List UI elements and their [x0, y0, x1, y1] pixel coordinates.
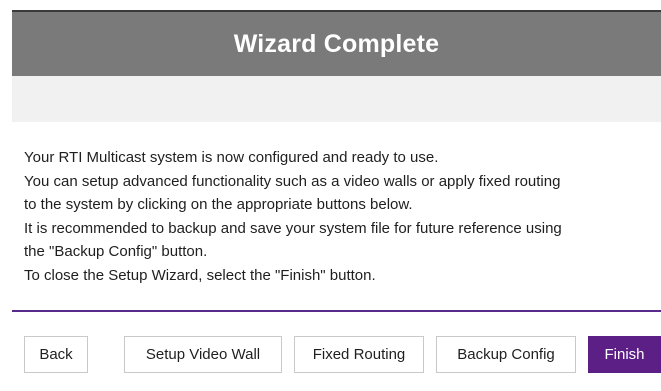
footer-divider: [12, 310, 661, 312]
wizard-complete-dialog: Wizard Complete Your RTI Multicast syste…: [0, 0, 661, 391]
message-line: You can setup advanced functionality suc…: [24, 172, 561, 190]
message-line: It is recommended to backup and save you…: [24, 219, 562, 237]
finish-button[interactable]: Finish: [588, 336, 661, 373]
setup-video-wall-button[interactable]: Setup Video Wall: [124, 336, 282, 373]
message-line: the "Backup Config" button.: [24, 243, 208, 260]
message-line: Your RTI Multicast system is now configu…: [24, 149, 439, 166]
fixed-routing-button[interactable]: Fixed Routing: [294, 336, 424, 373]
dialog-header: Wizard Complete: [12, 12, 661, 76]
header-spacer-band: [12, 76, 661, 122]
backup-config-button[interactable]: Backup Config: [436, 336, 576, 373]
message-body: Your RTI Multicast system is now configu…: [24, 146, 659, 287]
dialog-title: Wizard Complete: [233, 29, 440, 58]
message-line: to the system by clicking on the appropr…: [24, 196, 413, 213]
message-line: To close the Setup Wizard, select the "F…: [24, 266, 376, 284]
back-button[interactable]: Back: [24, 336, 88, 373]
